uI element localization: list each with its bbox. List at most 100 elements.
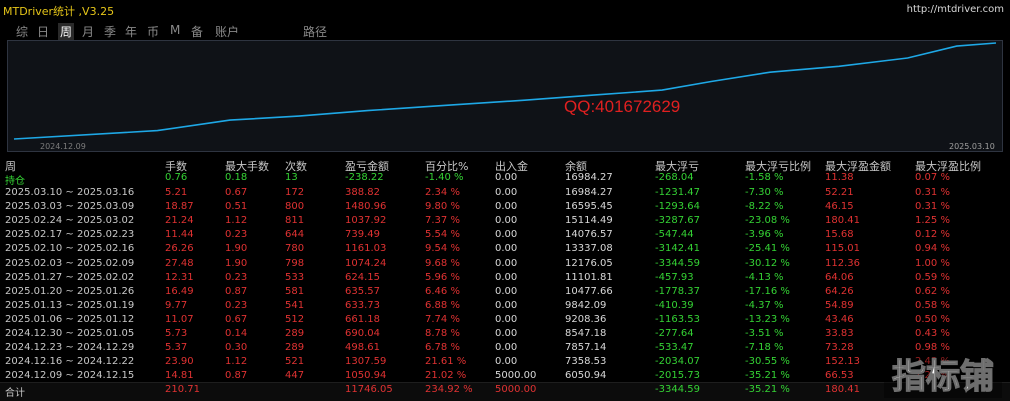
table-cell: 8.78 % [425,328,460,339]
table-cell: 0.23 [225,229,248,241]
table-cell: 172 [285,187,305,198]
table-cell: 8547.18 [565,328,607,339]
table-cell: 512 [285,313,305,325]
table-cell: -25.41 % [745,243,790,255]
logo-text: 指标铺 [892,357,994,397]
table-cell: 0.00 [495,356,518,368]
table-cell: 21.61 % [425,356,467,368]
table-cell: 21.24 [165,215,194,227]
tab-10[interactable]: 路径 [303,23,327,40]
hold-cell: -1.40 % [425,172,464,183]
table-cell: 2025.01.06 ~ 2025.01.12 [5,313,135,325]
table-cell: 16595.45 [565,201,613,213]
title-bar: MTDriver统计 ,V3.25 http://mtdriver.com [0,0,1010,20]
table-cell: 289 [285,342,305,354]
table-cell: 46.15 [825,201,854,213]
table-cell: -1163.53 [655,313,700,325]
table-cell: -7.18 % [745,342,784,354]
tab-2[interactable]: 周 [58,23,75,40]
hold-cell: 16984.27 [565,172,613,183]
column-header[interactable]: 出入金 [495,158,528,173]
website-link[interactable]: http://mtdriver.com [907,4,1004,15]
table-cell: 0.87 [225,370,248,382]
table-cell: 11.07 [165,313,194,325]
column-header[interactable]: 手数 [165,158,187,173]
column-header[interactable]: 周 [5,158,16,173]
table-cell: 1037.92 [345,215,387,227]
qq-watermark: QQ:401672629 [564,97,681,116]
table-cell: 0.14 [225,328,248,339]
table-cell: 661.18 [345,313,380,325]
window-title: MTDriver统计 ,V3.25 [3,5,115,18]
table-cell: 624.15 [345,271,380,283]
table-cell: 541 [285,299,305,311]
tab-4[interactable]: 季 [104,23,116,40]
table-cell: 498.61 [345,342,380,354]
table-cell: 0.94 % [915,243,950,255]
table-cell: 5.73 [165,328,188,339]
column-header[interactable]: 最大浮亏比例 [745,158,811,173]
table-cell: 0.12 % [915,229,950,241]
column-header[interactable]: 最大浮盈比例 [915,158,981,173]
table-cell: 289 [285,328,305,339]
table-cell: 12176.05 [565,257,613,269]
table-cell: 9.68 % [425,257,460,269]
table-cell: 2024.12.16 ~ 2024.12.22 [5,356,135,368]
table-cell: 7.74 % [425,313,460,325]
table-cell: 54.89 [825,299,854,311]
hold-cell: -238.22 [345,172,384,183]
tab-0[interactable]: 综 [16,23,28,40]
column-header[interactable]: 百分比% [425,158,468,173]
tab-7[interactable]: M [170,23,180,37]
table-cell: 0.00 [495,313,518,325]
hold-cell: -268.04 [655,172,694,183]
table-cell: 2.34 % [425,187,460,198]
hold-cell: 11.38 [825,172,854,183]
table-cell: -3142.41 [655,243,700,255]
table-cell: -30.55 % [745,356,790,368]
tab-9[interactable]: 账户 [215,23,239,40]
column-header[interactable]: 最大浮亏 [655,158,699,173]
table-cell: -3.96 % [745,229,784,241]
column-header[interactable]: 最大浮盈金额 [825,158,891,173]
table-cell: 16984.27 [565,187,613,198]
table-cell: 12.31 [165,271,194,283]
tab-5[interactable]: 年 [125,23,137,40]
table-cell: 0.51 [225,201,248,213]
table-cell: 800 [285,201,305,213]
table-cell: 2025.02.17 ~ 2025.02.23 [5,229,135,241]
table-cell: 9.54 % [425,243,460,255]
table-cell: 1161.03 [345,243,387,255]
chart-end-date: 2025.03.10 [949,142,995,151]
table-cell: -1231.47 [655,187,700,198]
table-cell: 2025.01.13 ~ 2025.01.19 [5,299,135,311]
table-cell: 27.48 [165,257,194,269]
table-cell: 0.67 [225,313,248,325]
table-cell: 0.00 [495,215,518,227]
column-header[interactable]: 余额 [565,158,587,173]
table-cell: 644 [285,229,305,241]
table-cell: 52.21 [825,187,854,198]
table-cell: 15114.49 [565,215,613,227]
tab-8[interactable]: 备 [191,23,203,40]
table-cell: -1293.64 [655,201,700,213]
tab-3[interactable]: 月 [82,23,94,40]
tab-1[interactable]: 日 [37,23,49,40]
column-header[interactable]: 最大手数 [225,158,269,173]
table-cell: 0.00 [495,328,518,339]
column-header[interactable]: 盈亏金额 [345,158,389,173]
table-cell: 5.96 % [425,271,460,283]
column-header[interactable]: 次数 [285,158,307,173]
table-cell: -410.39 [655,299,694,311]
table-cell: 0.00 [495,342,518,354]
total-cell: -35.21 % [745,384,790,395]
hold-cell: 0.18 [225,172,248,183]
table-cell: 0.43 % [915,328,950,339]
table-cell: 0.58 % [915,299,950,311]
tab-6[interactable]: 币 [147,23,159,40]
table-cell: 533 [285,271,305,283]
table-cell: -2015.73 [655,370,700,382]
table-cell: 1.90 [225,243,248,255]
table-cell: -3.51 % [745,328,784,339]
table-cell: 16.49 [165,285,194,297]
